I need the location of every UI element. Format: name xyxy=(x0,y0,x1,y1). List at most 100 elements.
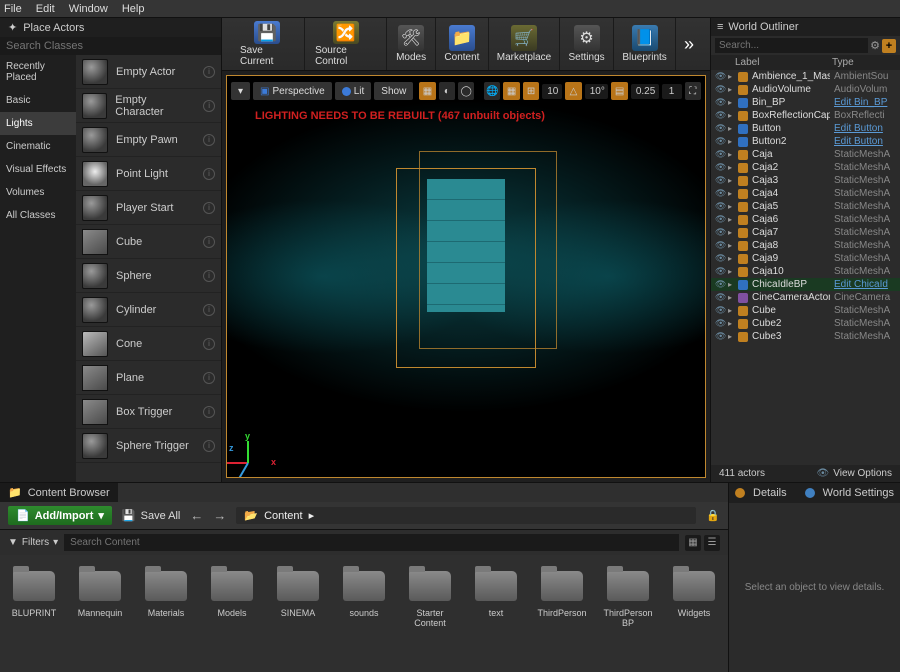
outliner-type[interactable]: Edit ChicaId xyxy=(834,279,896,290)
viewport-realtime-icon[interactable]: ◐ xyxy=(439,82,455,100)
content-folder[interactable]: ThirdPerson BP xyxy=(604,571,652,656)
visibility-icon[interactable]: 👁 xyxy=(715,214,724,225)
expand-icon[interactable]: ▸ xyxy=(728,98,734,107)
menu-file[interactable]: File xyxy=(4,3,22,15)
actor-item[interactable]: Empty Characteri xyxy=(76,89,221,123)
col-label[interactable]: Label xyxy=(717,57,832,68)
outliner-row[interactable]: 👁▸CubeStaticMeshA xyxy=(711,304,900,317)
world-outliner-add-button[interactable]: + xyxy=(882,39,896,53)
place-category[interactable]: Basic xyxy=(0,89,76,112)
place-actors-search[interactable] xyxy=(0,37,221,55)
viewport-grid-snap-value[interactable]: 10 xyxy=(542,84,562,99)
viewport-angle-snap-icon[interactable]: △ xyxy=(565,82,581,100)
outliner-row[interactable]: 👁▸Caja3StaticMeshA xyxy=(711,174,900,187)
visibility-icon[interactable]: 👁 xyxy=(715,175,724,186)
world-outliner-header[interactable]: Label Type xyxy=(711,55,900,70)
expand-icon[interactable]: ▸ xyxy=(728,319,734,328)
expand-icon[interactable]: ▸ xyxy=(728,306,734,315)
info-icon[interactable]: i xyxy=(203,372,215,384)
expand-icon[interactable]: ▸ xyxy=(728,111,734,120)
expand-icon[interactable]: ▸ xyxy=(728,228,734,237)
outliner-row[interactable]: 👁▸Caja6StaticMeshA xyxy=(711,213,900,226)
info-icon[interactable]: i xyxy=(203,100,215,112)
expand-icon[interactable]: ▸ xyxy=(728,176,734,185)
world-outliner-tab[interactable]: ≡ World Outliner xyxy=(711,18,900,36)
actor-item[interactable]: Point Lighti xyxy=(76,157,221,191)
info-icon[interactable]: i xyxy=(203,338,215,350)
content-button[interactable]: 📁Content xyxy=(436,18,489,70)
place-category[interactable]: Volumes xyxy=(0,181,76,204)
content-search-input[interactable] xyxy=(64,534,679,551)
viewport-show-button[interactable]: Show xyxy=(374,82,413,100)
content-lock-icon[interactable]: 🔒 xyxy=(706,509,720,522)
outliner-row[interactable]: 👁▸Caja10StaticMeshA xyxy=(711,265,900,278)
outliner-row[interactable]: 👁▸Button2Edit Button xyxy=(711,135,900,148)
nav-back-button[interactable]: ← xyxy=(190,508,203,523)
content-browser-tab[interactable]: 📁 Content Browser xyxy=(0,483,118,502)
expand-icon[interactable]: ▸ xyxy=(728,293,734,302)
expand-icon[interactable]: ▸ xyxy=(728,241,734,250)
marketplace-button[interactable]: 🛒Marketplace xyxy=(489,18,560,70)
outliner-row[interactable]: 👁▸Ambience_1_MasterAmbientSou xyxy=(711,70,900,83)
viewport-lit-button[interactable]: Lit xyxy=(335,82,372,100)
viewport-surface-snap-icon[interactable]: 🌐 xyxy=(484,82,500,100)
outliner-row[interactable]: 👁▸CineCameraActorCineCamera xyxy=(711,291,900,304)
info-icon[interactable]: i xyxy=(203,440,215,452)
viewport-perspective-button[interactable]: ▣Perspective xyxy=(253,82,332,100)
outliner-row[interactable]: 👁▸Cube2StaticMeshA xyxy=(711,317,900,330)
actor-item[interactable]: Planei xyxy=(76,361,221,395)
viewport-maximize-icon[interactable]: ⛶ xyxy=(685,82,701,100)
world-outliner-options-icon[interactable]: ⚙ xyxy=(870,39,880,52)
content-folder[interactable]: Models xyxy=(208,571,256,656)
viewport-angle-snap-value[interactable]: 10° xyxy=(585,84,609,99)
visibility-icon[interactable]: 👁 xyxy=(715,136,724,147)
actor-item[interactable]: Empty Actori xyxy=(76,55,221,89)
menu-window[interactable]: Window xyxy=(69,3,108,15)
expand-icon[interactable]: ▸ xyxy=(728,72,734,81)
expand-icon[interactable]: ▸ xyxy=(728,85,734,94)
outliner-row[interactable]: 👁▸ChicaIdleBPEdit ChicaId xyxy=(711,278,900,291)
outliner-row[interactable]: 👁▸CajaStaticMeshA xyxy=(711,148,900,161)
visibility-icon[interactable]: 👁 xyxy=(715,84,724,95)
actor-item[interactable]: Cubei xyxy=(76,225,221,259)
viewport-camera-speed[interactable]: 1 xyxy=(662,84,682,99)
world-outliner-search[interactable] xyxy=(715,38,868,53)
content-folder[interactable]: Widgets xyxy=(670,571,718,656)
add-import-button[interactable]: 📄 Add/Import ▾ xyxy=(8,506,112,525)
actor-item[interactable]: Spherei xyxy=(76,259,221,293)
save-button[interactable]: 💾Save Current xyxy=(230,18,305,70)
info-icon[interactable]: i xyxy=(203,270,215,282)
actor-item[interactable]: Player Starti xyxy=(76,191,221,225)
expand-icon[interactable]: ▸ xyxy=(728,332,734,341)
toolbar-overflow-icon[interactable]: » xyxy=(676,34,702,55)
outliner-row[interactable]: 👁▸ButtonEdit Button xyxy=(711,122,900,135)
place-category[interactable]: Recently Placed xyxy=(0,55,76,89)
actor-item[interactable]: Cylinderi xyxy=(76,293,221,327)
actor-item[interactable]: Sphere Triggeri xyxy=(76,429,221,463)
outliner-row[interactable]: 👁▸Caja8StaticMeshA xyxy=(711,239,900,252)
info-icon[interactable]: i xyxy=(203,66,215,78)
expand-icon[interactable]: ▸ xyxy=(728,267,734,276)
visibility-icon[interactable]: 👁 xyxy=(715,305,724,316)
expand-icon[interactable]: ▸ xyxy=(728,137,734,146)
expand-icon[interactable]: ▸ xyxy=(728,124,734,133)
content-folder[interactable]: Starter Content xyxy=(406,571,454,656)
place-category[interactable]: Lights xyxy=(0,112,76,135)
content-folder[interactable]: text xyxy=(472,571,520,656)
outliner-row[interactable]: 👁▸Caja7StaticMeshA xyxy=(711,226,900,239)
content-folder[interactable]: ThirdPerson xyxy=(538,571,586,656)
visibility-icon[interactable]: 👁 xyxy=(715,331,724,342)
outliner-type[interactable]: Edit Button xyxy=(834,123,896,134)
nav-forward-button[interactable]: → xyxy=(213,508,226,523)
actor-item[interactable]: Box Triggeri xyxy=(76,395,221,429)
content-folder[interactable]: BLUPRINT xyxy=(10,571,58,656)
info-icon[interactable]: i xyxy=(203,168,215,180)
blueprints-button[interactable]: 📘Blueprints xyxy=(614,18,676,70)
viewport[interactable]: ▾ ▣Perspective Lit Show ▦ ◐ ◯ 🌐 ▦ ⊞ 10 △… xyxy=(226,75,706,478)
details-tab[interactable]: Details xyxy=(753,487,787,499)
info-icon[interactable]: i xyxy=(203,236,215,248)
visibility-icon[interactable]: 👁 xyxy=(715,253,724,264)
viewport-snap-toggle-icon[interactable]: ⊞ xyxy=(523,82,539,100)
menu-edit[interactable]: Edit xyxy=(36,3,55,15)
info-icon[interactable]: i xyxy=(203,134,215,146)
